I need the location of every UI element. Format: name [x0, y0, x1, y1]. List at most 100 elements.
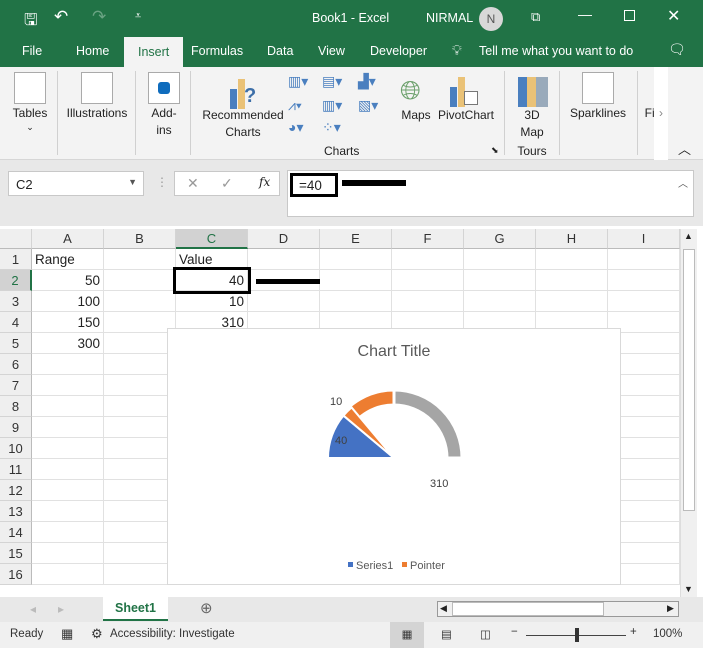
- row-header-5[interactable]: 5: [0, 333, 32, 354]
- accessibility-status[interactable]: Accessibility: Investigate: [110, 628, 235, 640]
- customize-qat-icon[interactable]: ⩡: [135, 10, 141, 23]
- expand-formula-icon[interactable]: ︿: [678, 175, 688, 190]
- cell-B6[interactable]: [104, 354, 176, 375]
- cell-G2[interactable]: [464, 270, 536, 291]
- row-header-6[interactable]: 6: [0, 354, 32, 375]
- cell-B9[interactable]: [104, 417, 176, 438]
- maximize-icon[interactable]: [624, 10, 635, 21]
- cell-A4[interactable]: 150: [32, 312, 104, 333]
- cell-B14[interactable]: [104, 522, 176, 543]
- column-header-A[interactable]: A: [32, 229, 104, 249]
- addins-button[interactable]: Add-ins: [140, 105, 188, 139]
- cell-B2[interactable]: [104, 270, 176, 291]
- vertical-scrollbar[interactable]: ▲ ▼: [680, 229, 697, 597]
- tab-formulas[interactable]: Formulas: [191, 44, 243, 58]
- column-header-E[interactable]: E: [320, 229, 392, 249]
- cancel-icon[interactable]: ✕: [187, 175, 199, 192]
- comments-icon[interactable]: 🗨︎: [668, 41, 686, 58]
- row-header-4[interactable]: 4: [0, 312, 32, 333]
- row-header-2[interactable]: 2: [0, 270, 32, 291]
- column-header-B[interactable]: B: [104, 229, 176, 249]
- tab-insert[interactable]: Insert: [124, 37, 184, 67]
- cell-H3[interactable]: [536, 291, 608, 312]
- ribbon-display-icon[interactable]: ⧉: [531, 9, 540, 25]
- zoom-level[interactable]: 100%: [653, 628, 682, 640]
- sheet-tab-sheet1[interactable]: Sheet1: [103, 597, 168, 621]
- sparklines-icon[interactable]: [582, 72, 614, 104]
- row-header-11[interactable]: 11: [0, 459, 32, 480]
- cell-A6[interactable]: [32, 354, 104, 375]
- scroll-left-icon[interactable]: ◀: [440, 603, 447, 614]
- cell-A13[interactable]: [32, 501, 104, 522]
- column-header-I[interactable]: I: [608, 229, 680, 249]
- zoom-in-button[interactable]: +: [630, 626, 637, 638]
- hscroll-thumb[interactable]: [452, 602, 604, 616]
- column-header-F[interactable]: F: [392, 229, 464, 249]
- cell-C3[interactable]: 10: [176, 291, 248, 312]
- charts-dialog-launcher-icon[interactable]: ⬊: [491, 145, 499, 156]
- name-box[interactable]: C2 ▼: [8, 171, 144, 196]
- accessibility-icon[interactable]: ⚙: [91, 626, 103, 642]
- zoom-out-button[interactable]: −: [511, 626, 518, 638]
- cell-B7[interactable]: [104, 375, 176, 396]
- chart[interactable]: 40 10 310 Chart Title Series1 Pointer: [167, 328, 621, 585]
- illustrations-icon[interactable]: [81, 72, 113, 104]
- tab-data[interactable]: Data: [267, 44, 293, 58]
- macro-icon[interactable]: ▦: [61, 626, 73, 642]
- scatter-chart-icon[interactable]: ⁘▾: [322, 119, 341, 136]
- pie-chart-icon[interactable]: ◕▾: [288, 119, 303, 136]
- addins-icon[interactable]: [148, 72, 180, 104]
- cell-A3[interactable]: 100: [32, 291, 104, 312]
- cell-G1[interactable]: [464, 249, 536, 270]
- cell-H2[interactable]: [536, 270, 608, 291]
- cell-G3[interactable]: [464, 291, 536, 312]
- row-header-8[interactable]: 8: [0, 396, 32, 417]
- row-header-9[interactable]: 9: [0, 417, 32, 438]
- row-header-10[interactable]: 10: [0, 438, 32, 459]
- tab-view[interactable]: View: [318, 44, 345, 58]
- cell-B4[interactable]: [104, 312, 176, 333]
- select-all-corner[interactable]: [0, 229, 32, 249]
- redo-icon[interactable]: ↷: [92, 7, 106, 27]
- cell-A10[interactable]: [32, 438, 104, 459]
- scroll-thumb[interactable]: [683, 249, 695, 511]
- sparklines-button[interactable]: Sparklines: [566, 105, 630, 122]
- cell-B8[interactable]: [104, 396, 176, 417]
- cell-B1[interactable]: [104, 249, 176, 270]
- cell-B16[interactable]: [104, 564, 176, 585]
- cell-A14[interactable]: [32, 522, 104, 543]
- cell-I1[interactable]: [608, 249, 680, 270]
- row-header-14[interactable]: 14: [0, 522, 32, 543]
- cell-B11[interactable]: [104, 459, 176, 480]
- cell-A7[interactable]: [32, 375, 104, 396]
- enter-icon[interactable]: ✓: [221, 175, 233, 192]
- cell-B10[interactable]: [104, 438, 176, 459]
- next-sheet-icon[interactable]: ▸: [58, 602, 64, 616]
- minimize-icon[interactable]: —: [578, 6, 592, 22]
- cell-F2[interactable]: [392, 270, 464, 291]
- cell-E3[interactable]: [320, 291, 392, 312]
- cell-F1[interactable]: [392, 249, 464, 270]
- cell-A16[interactable]: [32, 564, 104, 585]
- cell-D1[interactable]: [248, 249, 320, 270]
- pivotchart-button[interactable]: PivotChart: [436, 107, 496, 124]
- hierarchy-chart-icon[interactable]: ▤▾: [322, 73, 342, 90]
- scroll-down-icon[interactable]: ▼: [684, 584, 693, 594]
- table-icon[interactable]: [14, 72, 46, 104]
- line-chart-icon[interactable]: ⩘▾: [288, 97, 302, 114]
- cell-I3[interactable]: [608, 291, 680, 312]
- row-header-15[interactable]: 15: [0, 543, 32, 564]
- scroll-up-icon[interactable]: ▲: [684, 231, 693, 241]
- waterfall-chart-icon[interactable]: ▟▾: [358, 73, 376, 90]
- row-header-12[interactable]: 12: [0, 480, 32, 501]
- illustrations-button[interactable]: Illustrations: [62, 105, 132, 122]
- cell-A2[interactable]: 50: [32, 270, 104, 291]
- save-icon[interactable]: 🖫: [24, 9, 38, 36]
- page-break-icon[interactable]: ◫: [480, 627, 491, 641]
- column-header-H[interactable]: H: [536, 229, 608, 249]
- row-header-1[interactable]: 1: [0, 249, 32, 270]
- combo-chart-icon[interactable]: ▧▾: [358, 97, 378, 114]
- cell-F3[interactable]: [392, 291, 464, 312]
- tell-me-search[interactable]: Tell me what you want to do: [479, 44, 633, 58]
- row-header-16[interactable]: 16: [0, 564, 32, 585]
